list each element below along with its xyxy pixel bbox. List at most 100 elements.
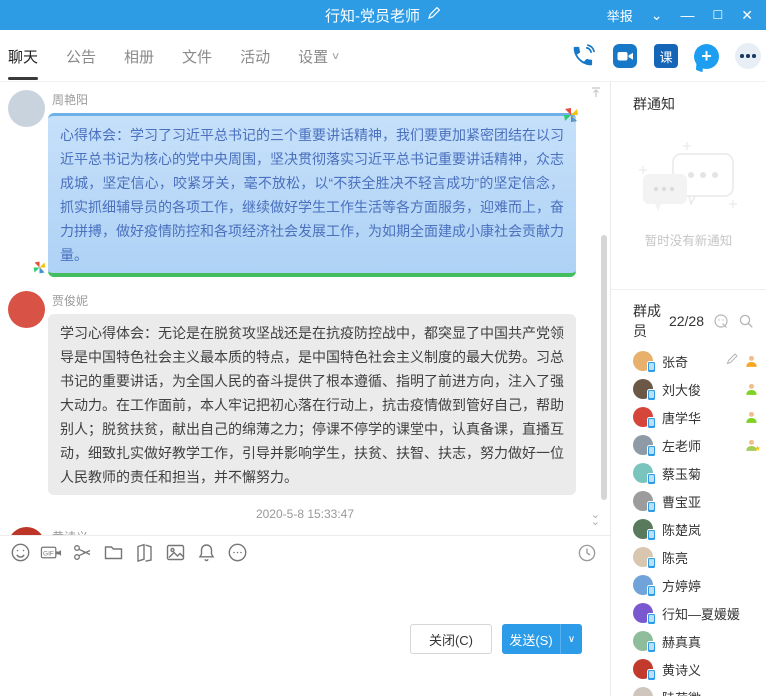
chat-message: 黄诗义 学习心得：通过“三个以案”警示教育，受警醒、知敬畏、明戒惧。腐败现象就发…: [0, 525, 610, 535]
video-call-icon[interactable]: [612, 43, 638, 69]
member-row[interactable]: 唐学华: [611, 403, 766, 431]
screenshot-scissors-icon[interactable]: [71, 542, 93, 564]
member-row[interactable]: 张奇: [611, 347, 766, 375]
avatar: [633, 631, 653, 651]
group-owner-icon: [745, 355, 758, 368]
member-row[interactable]: 刘大俊: [611, 375, 766, 403]
mobile-online-badge: [647, 445, 656, 457]
close-button[interactable]: ✕: [732, 0, 762, 30]
member-row[interactable]: 陈亮: [611, 543, 766, 571]
chat-message: 贾俊妮 学习心得体会：无论是在脱贫攻坚战还是在抗疫防控战中，都突显了中国共产党领…: [0, 289, 610, 495]
group-chat-window: 行知-党员老师 举报 ⌄ — ☐ ✕ 聊天 公告 相册 文件 活动 设置∨: [0, 0, 766, 696]
anonymous-icon[interactable]: [713, 313, 729, 329]
avatar: [633, 659, 653, 679]
add-icon[interactable]: +: [694, 44, 719, 69]
mobile-online-badge: [647, 529, 656, 541]
mobile-online-badge: [647, 389, 656, 401]
message-list[interactable]: 周艳阳 心得体会：学习了习近平总书记的三个重要讲话精神，我们要更加紧密团结在以习…: [0, 82, 610, 535]
more-icon[interactable]: [735, 43, 761, 69]
image-icon[interactable]: [164, 542, 186, 564]
mobile-online-badge: [647, 669, 656, 681]
window-title: 行知-党员老师: [325, 5, 420, 26]
avatar: [633, 351, 653, 371]
members-label: 群成员: [633, 301, 664, 341]
member-row[interactable]: 曹宝亚: [611, 487, 766, 515]
chat-column: 周艳阳 心得体会：学习了习近平总书记的三个重要讲话精神，我们要更加紧密团结在以习…: [0, 30, 610, 696]
search-icon[interactable]: [738, 313, 754, 329]
send-options-dropdown[interactable]: ∨: [560, 624, 582, 654]
mobile-online-badge: [647, 585, 656, 597]
avatar: [633, 547, 653, 567]
sender-name: 周艳阳: [48, 88, 580, 113]
avatar: [633, 379, 653, 399]
empty-notifications-illustration: [631, 136, 747, 226]
svg-text:GIF: GIF: [43, 550, 54, 557]
emoji-icon[interactable]: [9, 542, 31, 564]
scroll-top-icon[interactable]: [590, 85, 602, 103]
avatar: [633, 519, 653, 539]
shake-window-icon[interactable]: [133, 542, 155, 564]
mobile-online-badge: [647, 417, 656, 429]
member-row[interactable]: 赫真真: [611, 627, 766, 655]
sender-name: 贾俊妮: [48, 289, 580, 314]
avatar[interactable]: [8, 291, 45, 328]
group-sidebar: 群通知 暂时没有新通知 群成员 22/28: [610, 82, 766, 696]
footer-buttons: 关闭(C) 发送(S) ∨: [0, 624, 610, 654]
send-button-group: 发送(S) ∨: [502, 624, 582, 654]
member-row[interactable]: 陈楚岚: [611, 515, 766, 543]
titlebar: 行知-党员老师 举报 ⌄ — ☐ ✕: [0, 0, 766, 30]
avatar: [633, 603, 653, 623]
member-row[interactable]: 行知—夏媛媛: [611, 599, 766, 627]
avatar[interactable]: [8, 527, 45, 535]
member-row[interactable]: 黄诗义: [611, 655, 766, 683]
member-list: 张奇 刘大俊 唐学华: [611, 347, 766, 696]
mobile-online-badge: [647, 557, 656, 569]
report-button[interactable]: 举报: [598, 0, 642, 30]
group-notice-title: 群通知: [611, 82, 766, 114]
member-row[interactable]: 方婷婷: [611, 571, 766, 599]
chat-message: 周艳阳 心得体会：学习了习近平总书记的三个重要讲话精神，我们要更加紧密团结在以习…: [0, 88, 610, 277]
maximize-button[interactable]: ☐: [704, 0, 733, 30]
group-admin-icon: [745, 411, 758, 424]
more-tools-icon[interactable]: [226, 542, 248, 564]
history-clock-icon[interactable]: [576, 542, 598, 564]
bell-icon[interactable]: [195, 542, 217, 564]
notice-empty-text: 暂时没有新通知: [611, 230, 766, 249]
avatar: [633, 435, 653, 455]
message-bubble[interactable]: 心得体会：学习了习近平总书记的三个重要讲话精神，我们要更加紧密团结在以习近平总书…: [48, 113, 576, 277]
file-folder-icon[interactable]: [102, 542, 124, 564]
close-chat-button[interactable]: 关闭(C): [410, 624, 492, 654]
timestamp: 2020-5-8 15:33:47: [0, 507, 610, 521]
mobile-online-badge: [647, 613, 656, 625]
avatar[interactable]: [8, 90, 45, 127]
mobile-online-badge: [647, 361, 656, 373]
pinwheel-decoration-icon: [32, 258, 47, 282]
sender-name: 黄诗义: [48, 525, 580, 535]
typing-pencil-icon: [726, 352, 739, 370]
mobile-online-badge: [647, 501, 656, 513]
mobile-online-badge: [647, 641, 656, 653]
minimize-button[interactable]: —: [672, 0, 704, 30]
pinwheel-decoration-icon: [562, 106, 580, 131]
avatar: [633, 575, 653, 595]
avatar: [633, 463, 653, 483]
mobile-online-badge: [647, 473, 656, 485]
member-row[interactable]: 陆荷微: [611, 683, 766, 696]
member-row[interactable]: 左老师 ★: [611, 431, 766, 459]
gif-icon[interactable]: GIF: [40, 542, 62, 564]
members-count: 22/28: [669, 313, 704, 329]
member-star-icon: ★: [745, 439, 758, 452]
notice-empty-state: 暂时没有新通知: [611, 136, 766, 249]
avatar: [633, 687, 653, 696]
member-row[interactable]: 蔡玉菊: [611, 459, 766, 487]
edit-title-icon[interactable]: [427, 6, 441, 24]
composer-toolbar: GIF: [0, 535, 610, 569]
chevron-down-icon[interactable]: ⌄: [642, 0, 672, 30]
course-icon[interactable]: 课: [654, 44, 678, 68]
group-admin-icon: [745, 383, 758, 396]
chat-scrollbar[interactable]: [601, 235, 607, 500]
avatar: [633, 491, 653, 511]
message-bubble[interactable]: 学习心得体会：无论是在脱贫攻坚战还是在抗疫防控战中，都突显了中国共产党领导是中国…: [48, 314, 576, 495]
send-button[interactable]: 发送(S): [502, 624, 560, 654]
jump-latest-icon[interactable]: ⌄⌄: [591, 512, 600, 526]
